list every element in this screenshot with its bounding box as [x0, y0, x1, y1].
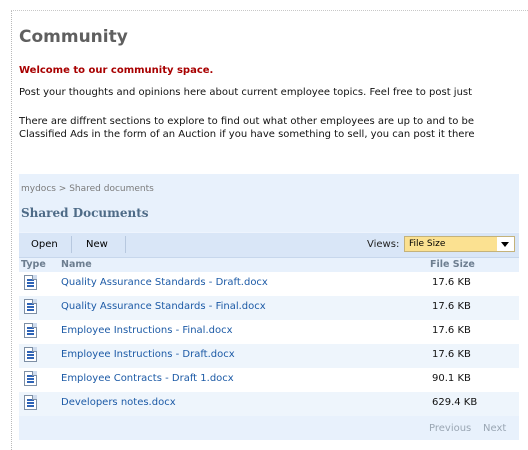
top-dotted-border [11, 10, 528, 11]
left-dotted-border [11, 10, 12, 450]
document-link[interactable]: Employee Contracts - Draft 1.docx [61, 373, 234, 384]
word-document-icon[interactable] [24, 323, 37, 338]
column-header-type[interactable]: Type [21, 259, 46, 270]
shared-documents-webpart: mydocs > Shared documents Shared Documen… [19, 174, 519, 440]
document-link[interactable]: Employee Instructions - Final.docx [61, 325, 233, 336]
page-title: Community [19, 27, 128, 47]
document-row: Employee Instructions - Draft.docx 17.6 … [19, 344, 519, 368]
chevron-down-icon[interactable] [497, 237, 514, 251]
document-size: 17.6 KB [432, 349, 471, 360]
document-size: 629.4 KB [432, 397, 478, 408]
views-label: Views: [367, 239, 400, 250]
document-row: Quality Assurance Standards - Draft.docx… [19, 272, 519, 296]
toolbar-separator [125, 236, 126, 253]
open-button[interactable]: Open [31, 239, 58, 250]
document-size: 17.6 KB [432, 301, 471, 312]
word-document-icon[interactable] [24, 275, 37, 290]
document-row: Employee Contracts - Draft 1.docx 90.1 K… [19, 368, 519, 392]
word-document-icon[interactable] [24, 299, 37, 314]
document-link[interactable]: Quality Assurance Standards - Final.docx [61, 301, 266, 312]
welcome-heading: Welcome to our community space. [19, 65, 214, 76]
document-toolbar: Open New Views: File Size [19, 232, 519, 258]
column-header-file-size[interactable]: File Size [430, 259, 475, 270]
sections-paragraph: There are diffrent sections to explore t… [19, 115, 474, 141]
views-dropdown[interactable]: File Size [404, 236, 515, 252]
document-size: 90.1 KB [432, 373, 471, 384]
word-document-icon[interactable] [24, 371, 37, 386]
toolbar-separator [71, 236, 72, 253]
intro-paragraph: Post your thoughts and opinions here abo… [19, 87, 473, 98]
new-button[interactable]: New [86, 239, 108, 250]
next-page-link[interactable]: Next [483, 423, 506, 434]
word-document-icon[interactable] [24, 395, 37, 410]
views-selected-value: File Size [409, 239, 446, 249]
document-link[interactable]: Quality Assurance Standards - Draft.docx [61, 277, 268, 288]
document-row: Employee Instructions - Final.docx 17.6 … [19, 320, 519, 344]
document-size: 17.6 KB [432, 277, 471, 288]
webpart-title: Shared Documents [21, 206, 149, 220]
documents-list: Quality Assurance Standards - Draft.docx… [19, 272, 519, 416]
word-document-icon[interactable] [24, 347, 37, 362]
previous-page-link[interactable]: Previous [429, 423, 471, 434]
document-row: Quality Assurance Standards - Final.docx… [19, 296, 519, 320]
sections-paragraph-line-1: There are diffrent sections to explore t… [19, 116, 475, 127]
document-row: Developers notes.docx 629.4 KB [19, 392, 519, 416]
document-size: 17.6 KB [432, 325, 471, 336]
document-link[interactable]: Employee Instructions - Draft.docx [61, 349, 235, 360]
breadcrumb[interactable]: mydocs > Shared documents [21, 184, 154, 194]
sections-paragraph-line-2: Classified Ads in the form of an Auction… [19, 129, 475, 140]
document-link[interactable]: Developers notes.docx [61, 397, 176, 408]
column-header-name[interactable]: Name [61, 259, 92, 270]
